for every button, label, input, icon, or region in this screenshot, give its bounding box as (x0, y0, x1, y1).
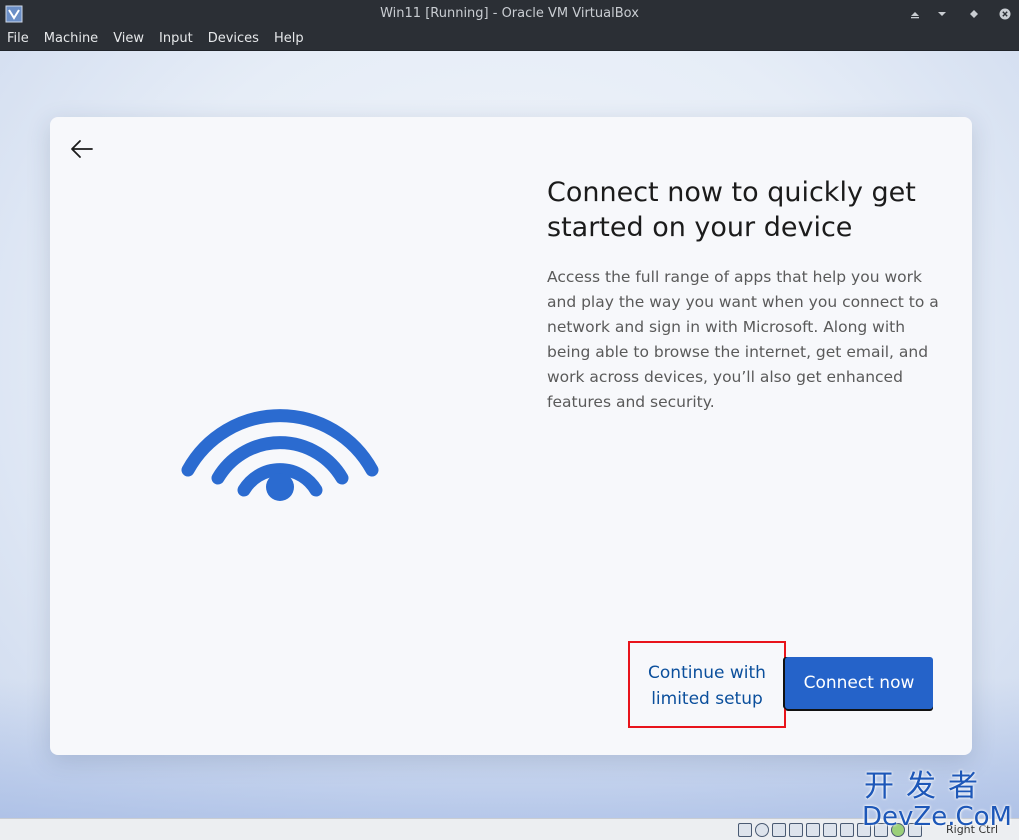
maximize-button[interactable] (964, 4, 984, 24)
oobe-card: Connect now to quickly get started on yo… (50, 117, 972, 755)
menu-bar: File Machine View Input Devices Help (0, 28, 1019, 51)
continue-limited-setup-button[interactable]: Continue with limited setup (630, 644, 784, 728)
audio-icon[interactable] (772, 823, 786, 837)
optical-drive-icon[interactable] (755, 823, 769, 837)
window-title: Win11 [Running] - Oracle VM VirtualBox (380, 6, 639, 21)
hard-disk-icon[interactable] (738, 823, 752, 837)
description-text: Access the full range of apps that help … (547, 268, 939, 411)
menu-view[interactable]: View (106, 28, 152, 50)
menu-devices[interactable]: Devices (201, 28, 267, 50)
usb-icon[interactable] (806, 823, 820, 837)
keep-above-icon[interactable] (905, 4, 925, 24)
menu-help[interactable]: Help (267, 28, 312, 50)
menu-input[interactable]: Input (152, 28, 201, 50)
back-button[interactable] (64, 133, 100, 165)
menu-machine[interactable]: Machine (37, 28, 106, 50)
network-icon[interactable] (789, 823, 803, 837)
guest-screen[interactable]: Connect now to quickly get started on yo… (0, 51, 1019, 818)
connect-now-button[interactable]: Connect now (785, 657, 933, 709)
shared-folders-icon[interactable] (823, 823, 837, 837)
display-icon[interactable] (840, 823, 854, 837)
back-arrow-icon (71, 140, 93, 158)
watermark-cn: 开发者 (864, 769, 990, 804)
wifi-icon (181, 409, 379, 501)
close-button[interactable] (995, 4, 1015, 24)
page-title: Connect now to quickly get started on yo… (547, 177, 916, 243)
menu-file[interactable]: File (0, 28, 37, 50)
watermark-en: DevZe.CoM (862, 802, 1012, 832)
minimize-button[interactable] (932, 4, 952, 24)
title-bar: Win11 [Running] - Oracle VM VirtualBox (0, 0, 1019, 28)
watermark: 开发者 DevZe.CoM (858, 769, 1018, 833)
